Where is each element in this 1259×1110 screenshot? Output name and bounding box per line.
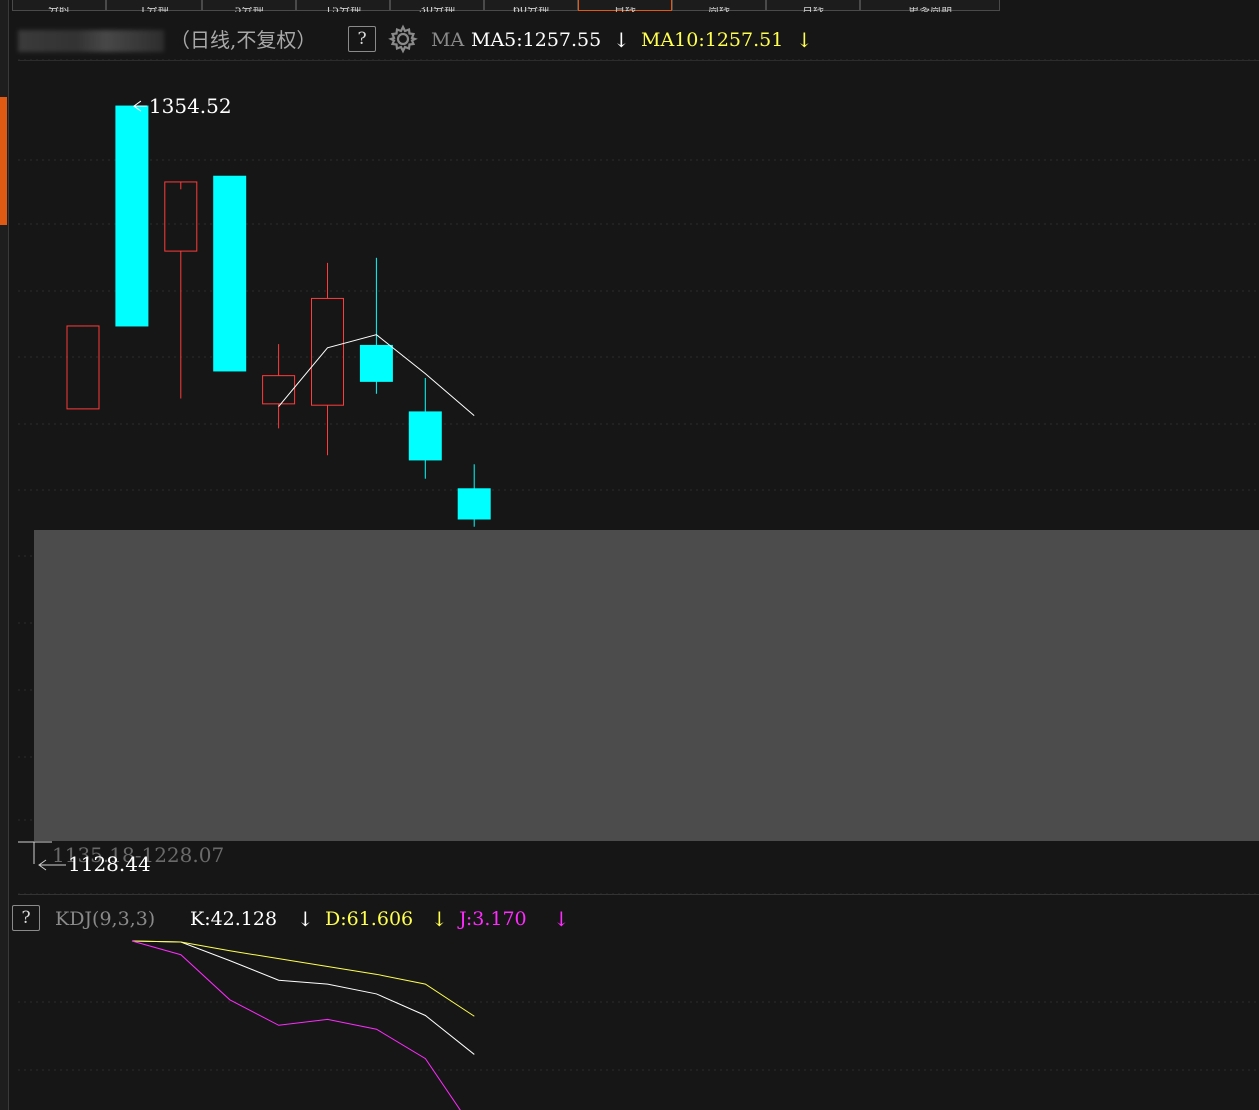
kdj-k-line [131,940,475,1055]
kdj-j-line [131,940,461,1110]
kdj-d-line [131,940,475,1017]
kdj-chart[interactable] [0,0,1259,1110]
